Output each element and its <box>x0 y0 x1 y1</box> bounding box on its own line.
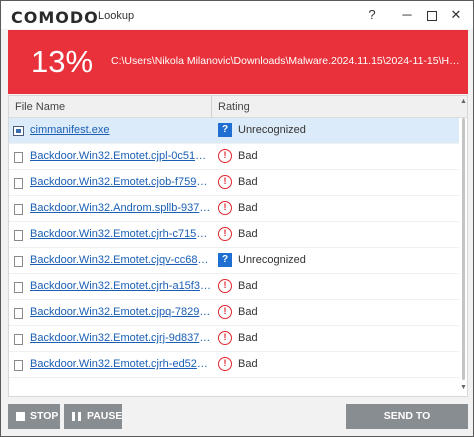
send-to-background-button[interactable]: SEND TO BACKGROUND <box>346 404 468 437</box>
file-icon <box>14 334 23 345</box>
scroll-down-icon[interactable]: ▼ <box>459 384 468 394</box>
table-row[interactable]: Backdoor.Win32.Emotet.cjob-f7593fc867160… <box>9 170 459 196</box>
maximize-icon <box>427 10 437 21</box>
bad-icon: ! <box>218 227 232 241</box>
exe-icon <box>13 126 24 136</box>
question-icon: ? <box>218 253 232 267</box>
column-header-rating[interactable]: Rating <box>212 96 452 118</box>
file-name-link[interactable]: Backdoor.Win32.Emotet.cjpl-0c51728914d01… <box>30 150 212 162</box>
column-header-file-name[interactable]: File Name <box>9 96 212 118</box>
file-name-link[interactable]: Backdoor.Win32.Androm.spllb-937e7f8b491e… <box>30 202 212 214</box>
bad-icon: ! <box>218 149 232 163</box>
rating-text: Bad <box>238 176 258 188</box>
help-button[interactable]: ? <box>359 5 385 25</box>
scroll-thumb[interactable] <box>462 118 465 380</box>
file-name-link[interactable]: Backdoor.Win32.Emotet.cjob-f7593fc867160… <box>30 176 212 188</box>
file-name-link[interactable]: Backdoor.Win32.Emotet.cjrh-a15f3e1994da1… <box>30 280 212 292</box>
table-header: File Name Rating <box>9 96 467 118</box>
pause-icon <box>72 404 82 429</box>
title-bar: COMODO Lookup ? ─ ✕ <box>1 1 473 29</box>
file-icon <box>14 282 23 293</box>
rating-text: Bad <box>238 280 258 292</box>
file-name-link[interactable]: cimmanifest.exe <box>30 124 212 136</box>
bad-icon: ! <box>218 279 232 293</box>
close-button[interactable]: ✕ <box>443 5 469 25</box>
pause-label: PAUSE <box>87 410 123 422</box>
file-icon <box>14 178 23 189</box>
rating-text: Bad <box>238 150 258 162</box>
rating-text: Bad <box>238 358 258 370</box>
bad-icon: ! <box>218 305 232 319</box>
results-table: File Name Rating cimmanifest.exe? Unrecog… <box>8 95 468 397</box>
table-body: cimmanifest.exe? Unrecognized Backdoor.Win… <box>9 118 459 378</box>
file-icon <box>14 204 23 215</box>
bad-icon: ! <box>218 201 232 215</box>
table-row[interactable]: Backdoor.Win32.Emotet.cjrj-9d8370411600b… <box>9 326 459 352</box>
scroll-up-icon[interactable]: ▲ <box>459 98 468 108</box>
file-icon <box>14 152 23 163</box>
file-name-link[interactable]: Backdoor.Win32.Emotet.cjqv-cc684fbc7f428… <box>30 254 212 266</box>
bad-icon: ! <box>218 331 232 345</box>
file-name-link[interactable]: Backdoor.Win32.Emotet.cjrh-ed528e747fcff… <box>30 358 212 370</box>
file-name-link[interactable]: Backdoor.Win32.Emotet.cjpq-7829267cc24c6… <box>30 306 212 318</box>
rating-text: Bad <box>238 306 258 318</box>
scan-progress-header: 13% C:\Users\Nikola Milanovic\Downloads\… <box>8 30 468 94</box>
bad-icon: ! <box>218 357 232 371</box>
window-title: Lookup <box>98 10 135 22</box>
rating-text: Unrecognized <box>238 254 306 266</box>
current-scan-path: C:\Users\Nikola Milanovic\Downloads\Malw… <box>111 55 466 67</box>
file-icon <box>14 360 23 371</box>
stop-button[interactable]: STOP <box>8 404 60 429</box>
table-row[interactable]: Backdoor.Win32.Emotet.cjrh-ed528e747fcff… <box>9 352 459 378</box>
rating-text: Bad <box>238 202 258 214</box>
file-name-link[interactable]: Backdoor.Win32.Emotet.cjrh-c715473930622… <box>30 228 212 240</box>
stop-label: STOP <box>30 410 59 422</box>
file-name-link[interactable]: Backdoor.Win32.Emotet.cjrj-9d8370411600b… <box>30 332 212 344</box>
lookup-window: COMODO Lookup ? ─ ✕ 13% C:\Users\Nikola … <box>0 0 474 437</box>
maximize-button[interactable] <box>419 5 445 25</box>
stop-icon <box>16 412 25 421</box>
pause-button[interactable]: PAUSE <box>64 404 122 429</box>
table-row[interactable]: Backdoor.Win32.Androm.spllb-937e7f8b491e… <box>9 196 459 222</box>
vertical-scrollbar[interactable]: ▲ ▼ <box>459 96 468 396</box>
table-row[interactable]: Backdoor.Win32.Emotet.cjqv-cc684fbc7f428… <box>9 248 459 274</box>
rating-text: Unrecognized <box>238 124 306 136</box>
comodo-logo: COMODO <box>11 8 99 27</box>
minimize-button[interactable]: ─ <box>394 5 420 25</box>
table-row[interactable]: cimmanifest.exe? Unrecognized <box>9 118 459 144</box>
file-icon <box>14 256 23 267</box>
file-icon <box>14 230 23 241</box>
progress-percentage: 13% <box>31 44 94 79</box>
rating-text: Bad <box>238 228 258 240</box>
table-row[interactable]: Backdoor.Win32.Emotet.cjrh-c715473930622… <box>9 222 459 248</box>
file-icon <box>14 308 23 319</box>
table-row[interactable]: Backdoor.Win32.Emotet.cjrh-a15f3e1994da1… <box>9 274 459 300</box>
table-row[interactable]: Backdoor.Win32.Emotet.cjpl-0c51728914d01… <box>9 144 459 170</box>
bad-icon: ! <box>218 175 232 189</box>
question-icon: ? <box>218 123 232 137</box>
rating-text: Bad <box>238 332 258 344</box>
table-row[interactable]: Backdoor.Win32.Emotet.cjpq-7829267cc24c6… <box>9 300 459 326</box>
